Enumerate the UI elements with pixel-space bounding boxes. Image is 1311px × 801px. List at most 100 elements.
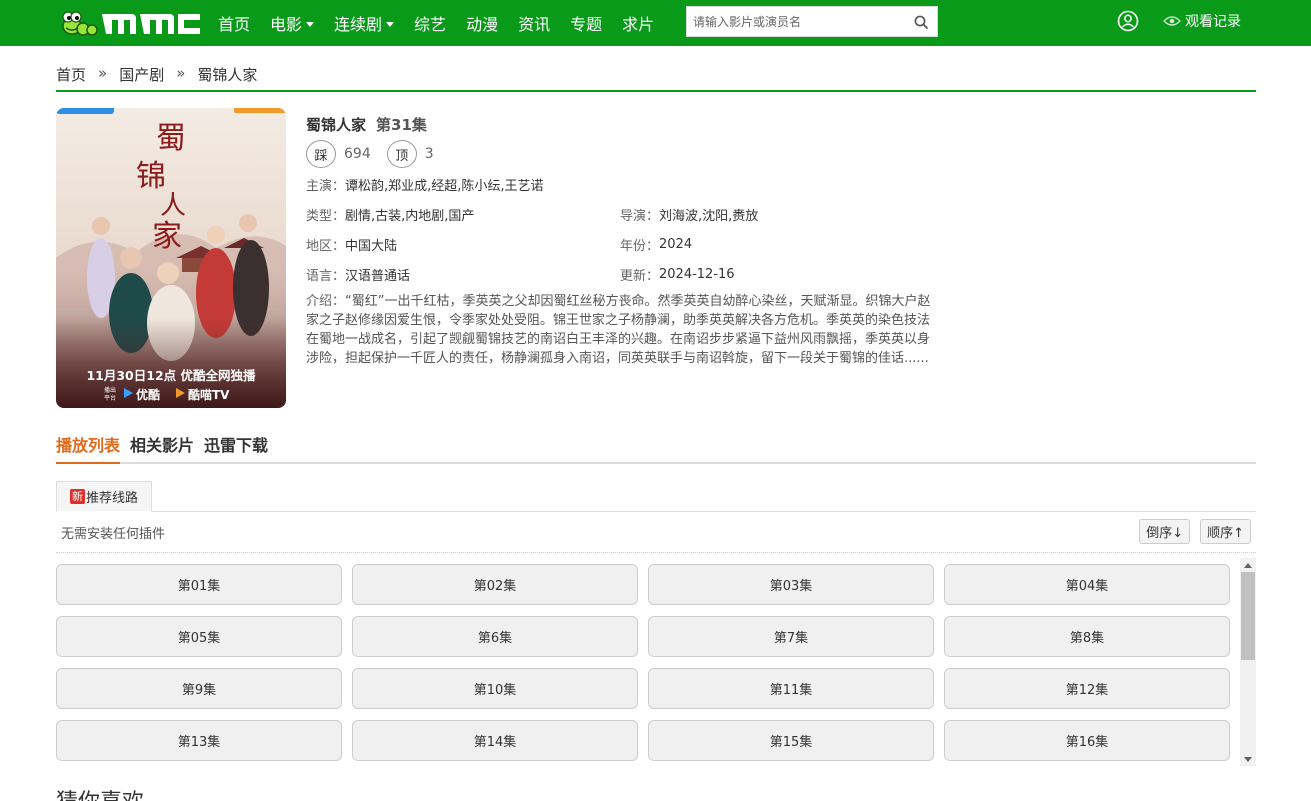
sort-asc-button[interactable]: 顺序↑ (1200, 519, 1251, 544)
like-label: 顶 (395, 148, 409, 164)
tab-thunder-download[interactable]: 迅雷下载 (204, 428, 268, 462)
source-tab-recommended[interactable]: 新 推荐线路 (56, 481, 152, 512)
poster-platform-kumiao: 酷喵TV (188, 387, 230, 402)
episode-list: 第01集 第02集 第03集 第04集第05集 第6集 第7集 第8集第9集 第10集 第11集… (56, 558, 1256, 766)
sort-desc-button[interactable]: 倒序↓ (1139, 519, 1191, 544)
like-button[interactable]: 顶 (386, 140, 417, 168)
episode-button[interactable]: 第02集 (352, 564, 638, 605)
nav-label: 连续剧 (334, 15, 383, 34)
tab-playlist[interactable]: 播放列表 (56, 428, 121, 464)
language-value[interactable]: 汉语普通话 (345, 265, 410, 284)
top-navbar: 首页 电影 连续剧 综艺 动漫 资讯 专题 求片 观看记录 (0, 0, 1311, 46)
poster-platform-label: 平台 (104, 394, 116, 402)
director-label: 导演： (620, 208, 660, 224)
poster-title-char-1: 蜀 (156, 121, 186, 156)
episode-scrollbar[interactable] (1240, 558, 1256, 766)
episode-button[interactable]: 第14集 (352, 720, 638, 761)
poster-platform-youku: 优酷 (136, 387, 160, 402)
language-label: 语言： (306, 268, 346, 284)
nav-label: 专题 (570, 15, 603, 34)
genre-director-row: 类型： 剧情,古装,内地剧,国产 导演： 刘海波,沈阳,赉放 (306, 199, 946, 229)
cast-label: 主演： (306, 178, 346, 194)
region-value[interactable]: 中国大陆 (345, 235, 397, 254)
user-icon[interactable] (1117, 10, 1139, 32)
eye-icon (1163, 16, 1181, 26)
genre-label: 类型： (306, 208, 346, 224)
episode-button[interactable]: 第16集 (944, 720, 1230, 761)
episode-button[interactable]: 第15集 (648, 720, 934, 761)
search-icon (914, 15, 928, 29)
watch-history-link[interactable]: 观看记录 (1163, 0, 1241, 42)
episode-button[interactable]: 第03集 (648, 564, 934, 605)
nav-label: 综艺 (414, 15, 447, 34)
site-logo[interactable] (58, 6, 204, 38)
nav-label: 首页 (218, 15, 251, 34)
region-year-row: 地区： 中国大陆 年份： 2024 (306, 229, 946, 259)
scroll-up-arrow[interactable] (1240, 558, 1256, 572)
poster-title-char-4: 家 (152, 219, 182, 254)
nav-request[interactable]: 求片 (622, 11, 654, 35)
chevron-down-icon (386, 21, 395, 27)
plugin-row: 无需安装任何插件 倒序↓ 顺序↑ (56, 513, 1256, 553)
search-input[interactable] (687, 7, 905, 36)
poster-title-char-2: 锦 (136, 159, 166, 194)
nav-series[interactable]: 连续剧 (334, 11, 395, 35)
updated-value: 2024-12-16 (659, 266, 735, 282)
episode-button[interactable]: 第8集 (944, 616, 1230, 657)
scroll-down-arrow[interactable] (1240, 752, 1256, 766)
episode-button[interactable]: 第04集 (944, 564, 1230, 605)
year-value[interactable]: 2024 (659, 237, 692, 252)
dislike-button[interactable]: 踩 (306, 140, 336, 168)
genre-value[interactable]: 剧情,古装,内地剧,国产 (345, 205, 474, 224)
tab-related[interactable]: 相关影片 (130, 428, 194, 462)
episode-grid: 第01集 第02集 第03集 第04集第05集 第6集 第7集 第8集第9集 第10集 第11集… (56, 564, 1236, 761)
like-count: 3 (424, 146, 434, 162)
poster-image[interactable]: 蜀 锦 人 家 11月30日12点 优酷全网独播 播出 平台 优酷 酷喵TV (56, 108, 286, 408)
poster-platform-label: 播出 (104, 386, 116, 394)
poster-title-char-3: 人 (160, 191, 186, 221)
intro-text: “蜀红”一出千红枯，季英英之父却因蜀红丝秘方丧命。然季英英自幼醉心染丝，天赋渐显… (306, 294, 931, 366)
main-nav: 首页 电影 连续剧 综艺 动漫 资讯 专题 求片 (218, 0, 674, 46)
dislike-count: 694 (344, 146, 371, 162)
region-label: 地区： (306, 238, 346, 254)
nav-anime[interactable]: 动漫 (466, 11, 498, 35)
nav-label: 资讯 (518, 15, 551, 34)
episode-button[interactable]: 第12集 (944, 668, 1230, 709)
video-title: 蜀锦人家 (306, 115, 367, 134)
nav-news[interactable]: 资讯 (518, 11, 550, 35)
dislike-label: 踩 (314, 148, 328, 164)
language-updated-row: 语言： 汉语普通话 更新： 2024-12-16 (306, 259, 946, 289)
episode-button[interactable]: 第01集 (56, 564, 342, 605)
chevron-down-icon (306, 21, 315, 27)
vote-row: 踩 694 顶 3 (306, 139, 946, 169)
scrollbar-thumb[interactable] (1241, 572, 1255, 660)
breadcrumb-home[interactable]: 首页 (56, 64, 86, 85)
search-button[interactable] (905, 7, 937, 36)
breadcrumb-current: 蜀锦人家 (197, 66, 258, 84)
episode-button[interactable]: 第13集 (56, 720, 342, 761)
episode-button[interactable]: 第05集 (56, 616, 342, 657)
sort-buttons: 倒序↓ 顺序↑ (1129, 519, 1251, 544)
director-value[interactable]: 刘海波,沈阳,赉放 (659, 205, 758, 224)
cast-value[interactable]: 谭松韵,郑业成,经超,陈小纭,王艺诺 (345, 175, 544, 194)
episode-button[interactable]: 第6集 (352, 616, 638, 657)
nav-label: 动漫 (466, 15, 499, 34)
recommend-section-title: 猜你喜欢 (56, 784, 144, 801)
nav-variety[interactable]: 综艺 (414, 11, 446, 35)
breadcrumb-category[interactable]: 国产剧 (119, 64, 164, 85)
episode-status: 第31集 (376, 115, 427, 134)
episode-button[interactable]: 第9集 (56, 668, 342, 709)
new-badge: 新 (69, 489, 85, 504)
nav-home[interactable]: 首页 (218, 11, 250, 35)
nav-label: 求片 (622, 15, 655, 34)
updated-label: 更新： (620, 268, 660, 284)
episode-button[interactable]: 第10集 (352, 668, 638, 709)
nav-movies[interactable]: 电影 (270, 11, 315, 35)
history-label: 观看记录 (1185, 14, 1241, 30)
chevron-down-icon (1244, 756, 1252, 762)
episode-button[interactable]: 第7集 (648, 616, 934, 657)
plugin-notice: 无需安装任何插件 (61, 527, 166, 542)
episode-button[interactable]: 第11集 (648, 668, 934, 709)
search-box (686, 6, 938, 37)
nav-topics[interactable]: 专题 (570, 11, 602, 35)
